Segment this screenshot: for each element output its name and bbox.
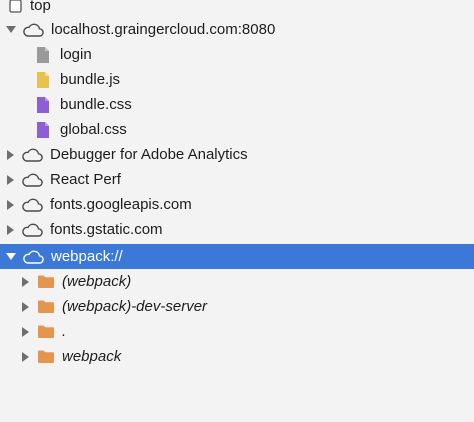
- expand-arrow-icon[interactable]: [22, 351, 29, 362]
- cloud-icon: [21, 222, 43, 238]
- tree-row-label: global.css: [60, 121, 127, 138]
- tree-row-file[interactable]: bundle.css: [0, 92, 474, 117]
- tree-row-file[interactable]: global.css: [0, 117, 474, 142]
- expand-arrow-icon[interactable]: [22, 301, 29, 312]
- cloud-icon: [22, 249, 44, 265]
- expand-arrow-icon[interactable]: [7, 199, 14, 210]
- document-icon: [36, 46, 50, 64]
- folder-icon: [37, 324, 55, 339]
- tree-row-webpack[interactable]: webpack://: [0, 244, 474, 269]
- tree-row-label: webpack://: [51, 248, 123, 265]
- cloud-icon: [22, 22, 44, 38]
- tree-row-file[interactable]: login: [0, 42, 474, 67]
- folder-icon: [37, 349, 55, 364]
- tree-row-label: fonts.gstatic.com: [50, 221, 163, 238]
- expand-arrow-icon[interactable]: [7, 149, 14, 160]
- sources-file-tree: top localhost.graingercloud.com:8080 log…: [0, 0, 474, 422]
- tree-row-folder[interactable]: (webpack)-dev-server: [0, 294, 474, 319]
- tree-row-folder[interactable]: (webpack): [0, 269, 474, 294]
- expand-arrow-icon[interactable]: [22, 326, 29, 337]
- tree-row-label: Debugger for Adobe Analytics: [50, 146, 248, 163]
- tree-row-label: (webpack): [62, 273, 132, 290]
- cloud-icon: [21, 197, 43, 213]
- stylesheet-file-icon: [36, 121, 50, 139]
- folder-icon: [37, 274, 55, 289]
- expand-arrow-icon[interactable]: [6, 26, 16, 33]
- tree-row-label: webpack: [62, 348, 122, 365]
- tree-row-label: bundle.js: [60, 71, 121, 88]
- frame-icon: [8, 0, 22, 13]
- tree-row-label: bundle.css: [60, 96, 132, 113]
- cloud-icon: [21, 172, 43, 188]
- expand-arrow-icon[interactable]: [6, 253, 16, 260]
- tree-row-label: localhost.graingercloud.com:8080: [51, 21, 276, 38]
- tree-row-file[interactable]: bundle.js: [0, 67, 474, 92]
- tree-row-label: top: [30, 0, 51, 14]
- tree-row-label: (webpack)-dev-server: [62, 298, 208, 315]
- tree-row-label: fonts.googleapis.com: [50, 196, 192, 213]
- tree-row-folder[interactable]: webpack: [0, 344, 474, 369]
- expand-arrow-icon[interactable]: [22, 276, 29, 287]
- tree-row-label: .: [62, 323, 67, 340]
- tree-row-react-perf-host[interactable]: React Perf: [0, 167, 474, 192]
- script-file-icon: [36, 71, 50, 89]
- tree-row-debugger-host[interactable]: Debugger for Adobe Analytics: [0, 142, 474, 167]
- cloud-icon: [21, 147, 43, 163]
- tree-row-folder[interactable]: .: [0, 319, 474, 344]
- tree-row-googleapis-host[interactable]: fonts.googleapis.com: [0, 192, 474, 217]
- tree-row-label: React Perf: [50, 171, 121, 188]
- tree-row-gstatic-host[interactable]: fonts.gstatic.com: [0, 217, 474, 242]
- stylesheet-file-icon: [36, 96, 50, 114]
- expand-arrow-icon[interactable]: [7, 174, 14, 185]
- expand-arrow-icon[interactable]: [7, 224, 14, 235]
- tree-row-top[interactable]: top: [0, 0, 474, 18]
- tree-row-localhost[interactable]: localhost.graingercloud.com:8080: [0, 17, 474, 42]
- folder-icon: [37, 299, 55, 314]
- tree-row-label: login: [60, 46, 92, 63]
